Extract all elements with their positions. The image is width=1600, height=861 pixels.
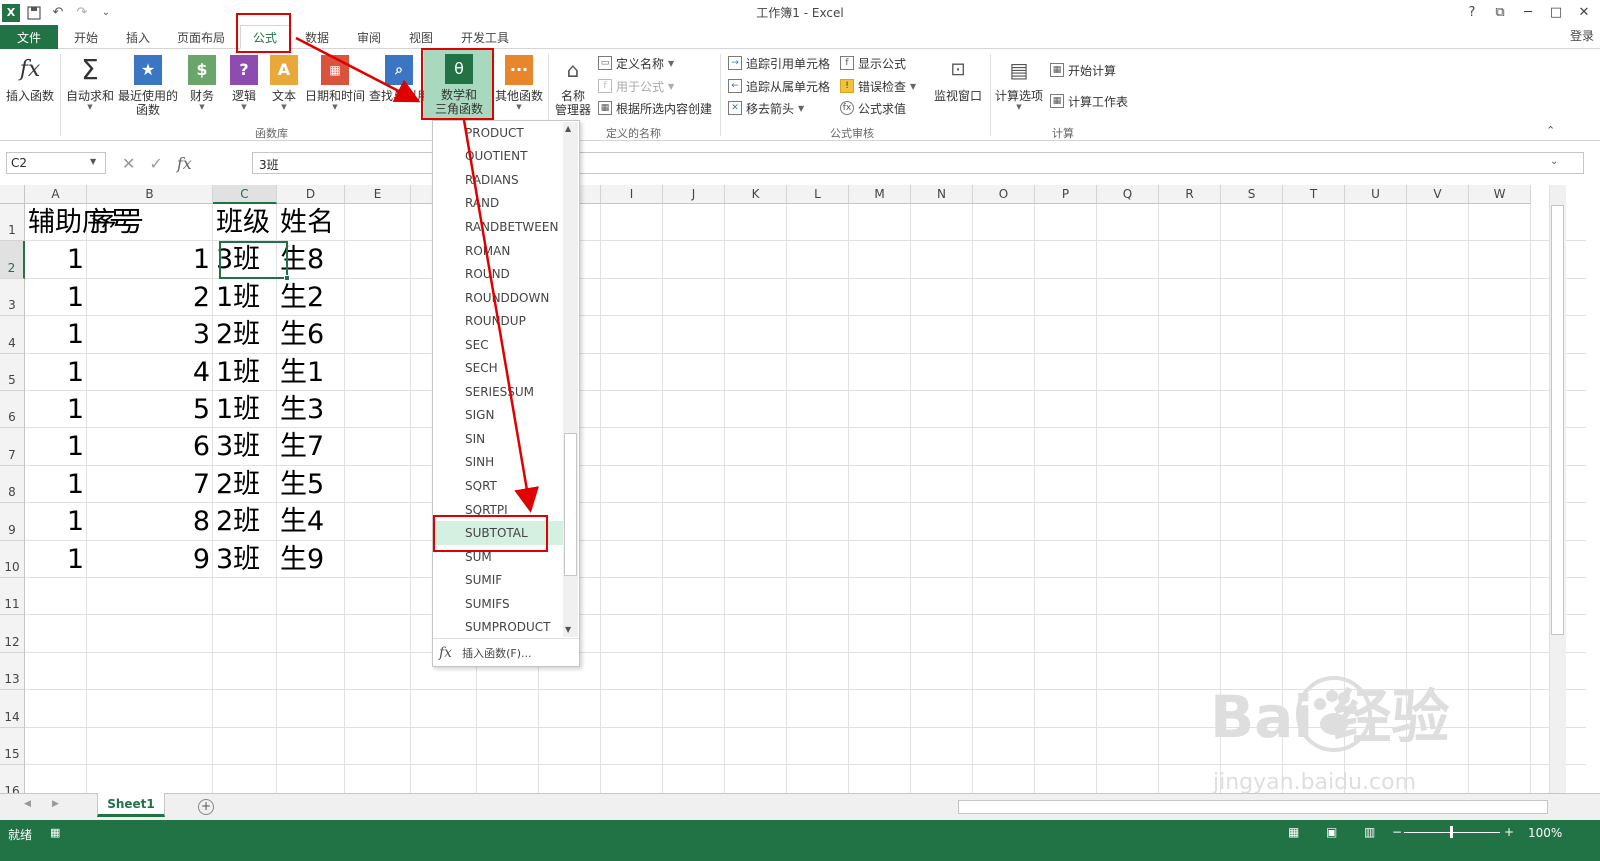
annotation-arrows — [295, 36, 539, 513]
